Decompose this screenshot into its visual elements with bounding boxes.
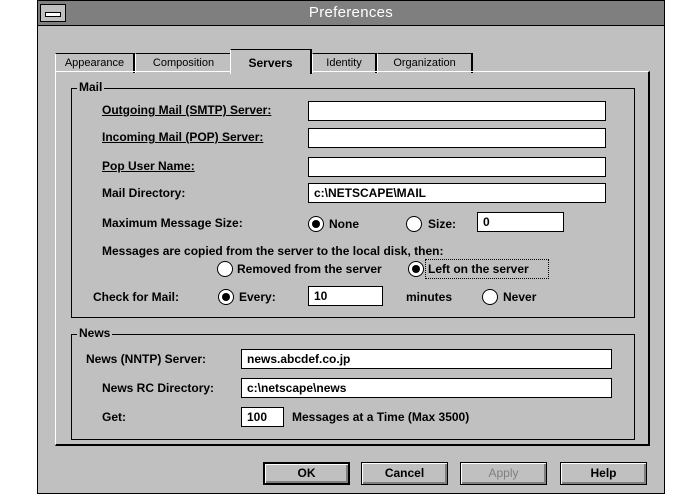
news-rc-input[interactable]: c:\netscape\news xyxy=(241,378,612,398)
tab-identity[interactable]: Identity xyxy=(312,53,377,73)
max-size-none-radio[interactable] xyxy=(308,216,324,232)
news-group-title: News xyxy=(77,326,113,340)
pop-user-label: Pop User Name: xyxy=(102,159,195,173)
check-interval-input[interactable]: 10 xyxy=(308,286,383,306)
apply-button-label: Apply xyxy=(488,466,519,480)
minutes-label: minutes xyxy=(406,290,453,304)
max-size-none-label[interactable]: None xyxy=(329,217,359,231)
get-label: Get: xyxy=(102,410,126,424)
preferences-dialog: Preferences Appearance Composition Serve… xyxy=(37,0,665,494)
ok-button[interactable]: OK xyxy=(263,462,350,485)
tab-servers[interactable]: Servers xyxy=(230,49,312,74)
check-mail-label: Check for Mail: xyxy=(93,290,180,304)
cancel-button[interactable]: Cancel xyxy=(361,462,448,485)
check-never-label[interactable]: Never xyxy=(503,290,536,304)
window-title: Preferences xyxy=(308,4,394,21)
removed-radio[interactable] xyxy=(217,261,233,277)
removed-label[interactable]: Removed from the server xyxy=(237,262,382,276)
nntp-server-input[interactable]: news.abcdef.co.jp xyxy=(241,349,612,369)
left-on-server-radio[interactable] xyxy=(408,261,424,277)
help-button[interactable]: Help xyxy=(560,462,647,485)
news-group: News News (NNTP) Server: news.abcdef.co.… xyxy=(71,326,635,440)
max-size-input[interactable]: 0 xyxy=(477,212,564,232)
smtp-label: Outgoing Mail (SMTP) Server: xyxy=(102,103,272,117)
max-size-limit-label[interactable]: Size: xyxy=(428,217,456,231)
title-bar[interactable]: Preferences xyxy=(38,1,664,26)
check-every-radio[interactable] xyxy=(218,289,234,305)
max-size-limit-radio[interactable] xyxy=(406,216,422,232)
ok-button-label: OK xyxy=(297,466,316,480)
copy-description: Messages are copied from the server to t… xyxy=(102,244,444,258)
nntp-label: News (NNTP) Server: xyxy=(86,352,207,366)
get-count-input[interactable]: 100 xyxy=(241,407,284,427)
check-never-radio[interactable] xyxy=(482,289,498,305)
pop-user-input[interactable] xyxy=(308,157,606,177)
mail-group: Mail Outgoing Mail (SMTP) Server: Incomi… xyxy=(71,80,635,318)
check-every-label[interactable]: Every: xyxy=(239,290,276,304)
help-button-label: Help xyxy=(590,466,617,480)
pop-server-input[interactable] xyxy=(308,128,606,148)
cancel-button-label: Cancel xyxy=(384,466,425,480)
mail-directory-label: Mail Directory: xyxy=(102,186,186,200)
tab-organization[interactable]: Organization xyxy=(377,53,473,73)
servers-page: Mail Outgoing Mail (SMTP) Server: Incomi… xyxy=(55,71,650,446)
pop-label: Incoming Mail (POP) Server: xyxy=(102,130,264,144)
tab-composition[interactable]: Composition xyxy=(135,53,233,73)
news-rc-label: News RC Directory: xyxy=(102,381,215,395)
apply-button[interactable]: Apply xyxy=(460,462,547,485)
max-size-label: Maximum Message Size: xyxy=(102,216,243,230)
get-suffix-label: Messages at a Time (Max 3500) xyxy=(292,410,470,424)
left-on-server-label[interactable]: Left on the server xyxy=(428,262,529,276)
mail-directory-input[interactable]: c:\NETSCAPE\MAIL xyxy=(308,183,606,203)
smtp-server-input[interactable] xyxy=(308,101,606,121)
mail-group-title: Mail xyxy=(77,80,105,94)
tab-appearance[interactable]: Appearance xyxy=(55,53,135,73)
